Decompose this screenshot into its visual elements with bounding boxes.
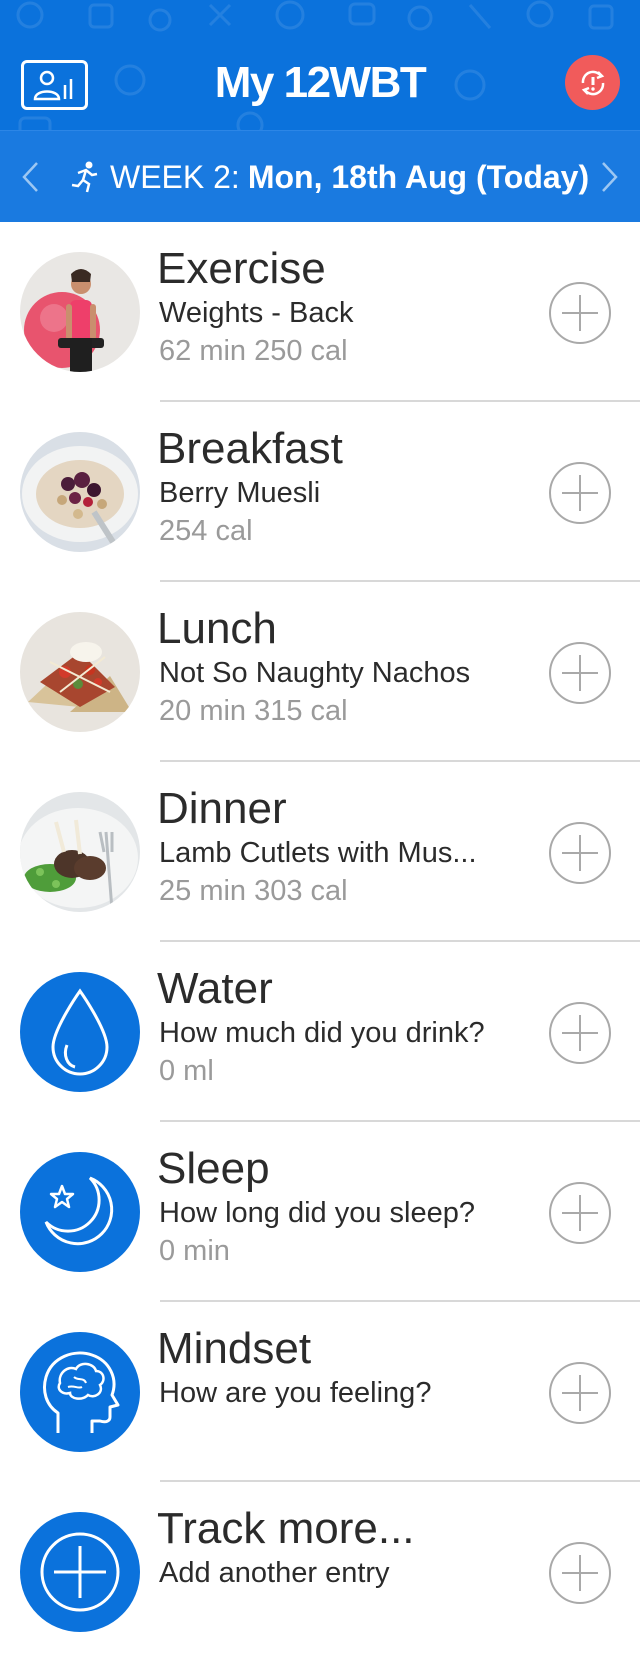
current-date: Mon, 18th Aug (Today) (247, 158, 590, 195)
entry-subtitle: How long did you sleep? (159, 1197, 475, 1229)
plus-icon (562, 1555, 598, 1591)
sync-alert-button[interactable] (565, 55, 620, 110)
plus-icon (562, 1375, 598, 1411)
list-item-breakfast[interactable]: Breakfast Berry Muesli 254 cal (0, 402, 640, 582)
entry-meta: 62 min 250 cal (159, 335, 348, 367)
list-item-dinner[interactable]: Dinner Lamb Cutlets with Mus... 25 min 3… (0, 762, 640, 942)
add-breakfast-button[interactable] (549, 462, 611, 524)
entry-subtitle: Not So Naughty Nachos (159, 657, 471, 689)
entry-title: Exercise (157, 244, 326, 293)
week-date-label: WEEK 2: Mon, 18th Aug (Today) (70, 157, 589, 197)
week-navigation: WEEK 2: Mon, 18th Aug (Today) (0, 130, 640, 222)
entry-subtitle: How much did you drink? (159, 1017, 485, 1049)
week-number: WEEK 2 (110, 158, 231, 195)
add-dinner-button[interactable] (549, 822, 611, 884)
add-exercise-button[interactable] (549, 282, 611, 344)
breakfast-photo (20, 432, 140, 552)
entry-title: Lunch (157, 604, 277, 653)
plus-circle-icon (40, 1532, 120, 1612)
entry-subtitle: Lamb Cutlets with Mus... (159, 837, 477, 869)
exercise-photo (20, 252, 140, 372)
daily-entries-list: Exercise Weights - Back 62 min 250 cal B… (0, 222, 640, 1662)
head-brain-icon (43, 1351, 120, 1433)
entry-meta: 20 min 315 cal (159, 695, 348, 727)
previous-day-button[interactable] (10, 157, 50, 197)
list-item-exercise[interactable]: Exercise Weights - Back 62 min 250 cal (0, 222, 640, 402)
lunch-photo (20, 612, 140, 732)
entry-title: Sleep (157, 1144, 270, 1193)
list-item-track-more[interactable]: Track more... Add another entry (0, 1482, 640, 1662)
list-item-lunch[interactable]: Lunch Not So Naughty Nachos 20 min 315 c… (0, 582, 640, 762)
week-separator: : (230, 158, 240, 195)
entry-meta: 25 min 303 cal (159, 875, 348, 907)
add-entry-button[interactable] (549, 1542, 611, 1604)
add-mindset-button[interactable] (549, 1362, 611, 1424)
sync-alert-icon (581, 70, 604, 95)
list-item-water[interactable]: Water How much did you drink? 0 ml (0, 942, 640, 1122)
track-more-thumb (20, 1512, 140, 1632)
entry-title: Dinner (157, 784, 287, 833)
plus-icon (562, 1195, 598, 1231)
entry-title: Water (157, 964, 273, 1013)
entry-subtitle: How are you feeling? (159, 1377, 432, 1409)
plus-icon (562, 835, 598, 871)
entry-meta: 0 ml (159, 1055, 214, 1087)
entry-subtitle: Berry Muesli (159, 477, 321, 509)
entry-subtitle: Weights - Back (159, 297, 354, 329)
plus-icon (562, 1015, 598, 1051)
add-water-button[interactable] (549, 1002, 611, 1064)
list-item-sleep[interactable]: Sleep How long did you sleep? 0 min (0, 1122, 640, 1302)
entry-title: Mindset (157, 1324, 312, 1373)
app-title: My 12WBT (214, 58, 427, 107)
entry-title: Track more... (157, 1504, 415, 1553)
plus-icon (562, 655, 598, 691)
list-item-mindset[interactable]: Mindset How are you feeling? (0, 1302, 640, 1482)
plus-icon (562, 295, 598, 331)
add-lunch-button[interactable] (549, 642, 611, 704)
moon-star-icon (44, 1176, 114, 1246)
entry-title: Breakfast (157, 424, 343, 473)
chevron-left-icon (22, 162, 38, 192)
plus-icon (562, 475, 598, 511)
add-sleep-button[interactable] (549, 1182, 611, 1244)
chevron-right-icon (602, 162, 618, 192)
mindset-thumb (20, 1332, 140, 1452)
dinner-photo (20, 792, 140, 912)
entry-meta: 0 min (159, 1235, 230, 1267)
app-header: My 12WBT (0, 0, 640, 130)
runner-icon (71, 161, 98, 193)
water-drop-icon (51, 988, 109, 1076)
entry-subtitle: Add another entry (159, 1557, 390, 1589)
entry-meta: 254 cal (159, 515, 253, 547)
sleep-thumb (20, 1152, 140, 1272)
next-day-button[interactable] (590, 157, 630, 197)
water-thumb (20, 972, 140, 1092)
